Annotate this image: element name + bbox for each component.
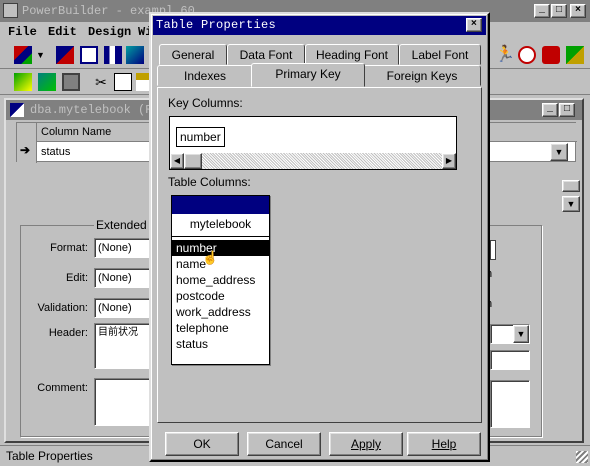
open-icon[interactable]	[38, 73, 56, 91]
chevron-down-icon[interactable]: ▼	[36, 50, 45, 60]
validation-field[interactable]: (None)	[94, 298, 154, 318]
menu-design[interactable]: Design	[88, 25, 131, 39]
status-text: Table Properties	[6, 449, 93, 463]
cut-icon[interactable]: ✂	[92, 73, 110, 91]
vertical-scrollbar[interactable]: ▼	[562, 162, 580, 212]
chevron-right-icon[interactable]: ▶	[442, 153, 456, 169]
header-field[interactable]: 目前状况	[94, 323, 154, 369]
tab-heading-font[interactable]: Heading Font	[305, 44, 399, 65]
dialog-close-button[interactable]: ×	[466, 18, 482, 32]
chevron-down-icon[interactable]: ▼	[562, 196, 580, 212]
table-name: mytelebook	[189, 217, 252, 231]
menu-edit[interactable]: Edit	[48, 25, 77, 39]
table-columns-label: Table Columns:	[168, 175, 251, 189]
column-item-selected[interactable]: number	[172, 240, 269, 256]
tab-general[interactable]: General	[159, 44, 227, 65]
debug-icon[interactable]	[566, 46, 584, 64]
datawindow-icon[interactable]	[14, 46, 32, 64]
child-title-text: dba.mytelebook (Re	[30, 103, 160, 117]
key-columns-label: Key Columns:	[168, 96, 243, 110]
column-item[interactable]: postcode	[172, 288, 269, 304]
right-field-fragment	[490, 240, 496, 260]
save-icon[interactable]	[62, 73, 80, 91]
database-icon[interactable]	[56, 46, 74, 64]
table-properties-dialog: Table Properties × General Data Font Hea…	[149, 12, 490, 462]
key-column-item[interactable]: number	[176, 127, 225, 147]
column-item[interactable]: work_address	[172, 304, 269, 320]
dialog-titlebar: Table Properties ×	[153, 16, 486, 35]
scroll-thumb[interactable]	[184, 153, 202, 169]
tab-indexes[interactable]: Indexes	[157, 65, 253, 86]
header-label: Header:	[48, 327, 88, 339]
ok-button[interactable]: OK	[165, 432, 239, 456]
comment-field[interactable]	[94, 378, 154, 426]
column-item[interactable]: name	[172, 256, 269, 272]
table-header-bar	[172, 196, 269, 214]
comment-label: Comment:	[37, 382, 88, 394]
arrow-right-icon: ➔	[20, 143, 31, 157]
maximize-button[interactable]: □	[551, 4, 567, 18]
new-icon[interactable]	[14, 73, 32, 91]
key-columns-list[interactable]: number ◀ ▶	[169, 116, 457, 170]
tab-foreign-keys[interactable]: Foreign Keys	[363, 65, 481, 86]
horizontal-scrollbar[interactable]: ◀ ▶	[170, 153, 456, 169]
close-button[interactable]: ×	[570, 4, 586, 18]
right-field[interactable]	[490, 350, 530, 370]
run-icon[interactable]: 🏃	[495, 46, 515, 64]
tab-label-font[interactable]: Label Font	[399, 44, 481, 65]
primary-key-panel: Key Columns: number ◀ ▶ Table Columns: m…	[157, 87, 482, 423]
resize-grip-icon[interactable]	[576, 451, 588, 463]
apply-button[interactable]: Apply	[329, 432, 403, 456]
child-minimize-button[interactable]: _	[542, 103, 558, 117]
validation-label: Validation:	[37, 302, 88, 314]
scroll-thumb[interactable]	[562, 180, 580, 192]
dialog-title-text: Table Properties	[156, 18, 277, 32]
copy-icon[interactable]	[114, 73, 132, 91]
window-icon[interactable]	[80, 46, 98, 64]
table-columns-box: mytelebook number name home_address post…	[171, 195, 270, 365]
exit-icon[interactable]	[542, 46, 560, 64]
divider	[172, 236, 269, 237]
edit-label: Edit:	[65, 272, 88, 284]
column-item[interactable]: home_address	[172, 272, 269, 288]
child-maximize-button[interactable]: □	[559, 103, 575, 117]
menu-painter-icon[interactable]	[126, 46, 144, 64]
mouse-pointer-icon: ☝	[202, 250, 219, 265]
cancel-button[interactable]: Cancel	[247, 432, 321, 456]
chevron-left-icon[interactable]: ◀	[170, 153, 184, 169]
right-dropdown[interactable]: ▼	[490, 324, 530, 344]
format-field[interactable]: (None)	[94, 238, 154, 258]
format-label: Format:	[50, 242, 88, 254]
edit-field[interactable]: (None)	[94, 268, 154, 288]
table-icon	[10, 103, 24, 117]
help-button[interactable]: Help	[407, 432, 481, 456]
column-item[interactable]: status	[172, 336, 269, 352]
menu-file[interactable]: File	[8, 25, 37, 39]
columns-list: number name home_address postcode work_a…	[172, 240, 269, 352]
chevron-down-icon[interactable]: ▼	[513, 325, 529, 343]
minimize-button[interactable]: _	[534, 4, 550, 18]
powerbuilder-app-icon	[3, 3, 18, 18]
column-item[interactable]: telephone	[172, 320, 269, 336]
tab-data-font[interactable]: Data Font	[227, 44, 305, 65]
chevron-down-icon[interactable]: ▼	[550, 143, 568, 161]
library-icon[interactable]	[104, 46, 122, 64]
tab-primary-key[interactable]: Primary Key	[251, 63, 365, 87]
right-field[interactable]	[490, 380, 530, 428]
row-indicator-column: ➔	[17, 123, 37, 163]
stop-icon[interactable]	[518, 46, 536, 64]
